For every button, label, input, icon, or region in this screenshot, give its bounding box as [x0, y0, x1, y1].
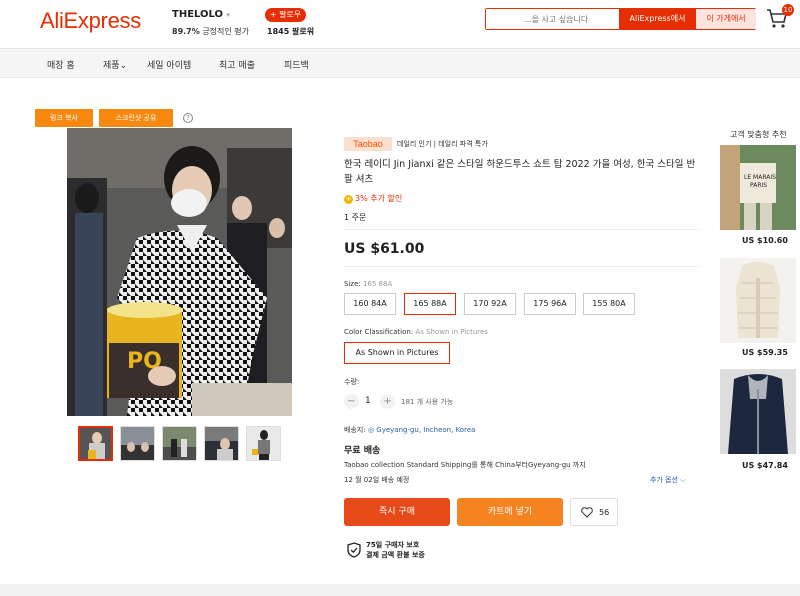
heart-icon [581, 507, 593, 518]
store-nav: 매장 홈 제품⌄ 세일 아이템 최고 매출 피드백 [0, 48, 800, 78]
color-label: Color Classification: As Shown in Pictur… [344, 328, 488, 336]
thumbnail-1[interactable] [78, 426, 113, 461]
discount-text: 3% 추가 할인 [355, 194, 403, 203]
taobao-tagline: 데일리 인기 | 데일리 파격 특가 [397, 140, 488, 148]
color-label-text: Color Classification: [344, 328, 414, 336]
nav-products[interactable]: 제품⌄ [103, 58, 127, 71]
svg-text:PARIS: PARIS [750, 182, 767, 189]
quantity-plus-button[interactable]: + [380, 394, 395, 409]
shipping-title: 무료 배송 [344, 446, 381, 456]
thumbnail-photo-icon [121, 427, 154, 460]
copy-link-button[interactable]: 링크 복사 [35, 109, 93, 127]
divider [344, 229, 699, 230]
taobao-badge[interactable]: Taobao [344, 137, 392, 151]
store-name-text: THELOLO [172, 9, 224, 20]
recommend-photo-icon [720, 258, 796, 343]
help-icon[interactable]: ? [183, 113, 193, 123]
search-input[interactable] [486, 9, 619, 29]
footer-bar [0, 584, 800, 596]
thumbnail-photo-icon [205, 427, 238, 460]
nav-top-selling[interactable]: 최고 매출 [219, 58, 255, 71]
buyer-protection-desc: 결제 금액 환불 보증 [366, 551, 425, 559]
nav-products-label: 제품 [103, 61, 120, 71]
location-pin-icon: ◎ [367, 426, 375, 434]
store-rating-value: 89.7% [172, 27, 200, 36]
cart-count-badge: 10 [782, 4, 794, 16]
discount-icon: + [344, 195, 353, 204]
shipping-date: 12 월 02일 배송 예정 [344, 476, 410, 484]
buy-now-button[interactable]: 즉시 구매 [344, 498, 450, 526]
search-bar: AliExpress에서 이 가게에서 [485, 8, 756, 30]
recommend-item-2-image[interactable] [720, 258, 796, 343]
aliexpress-logo[interactable]: AliExpress [40, 8, 141, 34]
quantity-minus-button[interactable]: − [344, 394, 359, 409]
followers-text: 1845 팔로워 [267, 27, 315, 36]
thumbnail-4[interactable] [204, 426, 239, 461]
store-rating-text: 긍정적인 평가 [202, 27, 250, 36]
recommend-item-3-image[interactable] [720, 369, 796, 454]
recommend-item-1-image[interactable]: LE MARAIS PARIS [720, 145, 796, 230]
store-caret-icon: ▾ [226, 11, 231, 19]
recommend-title: 고객 맞춤형 추천 [730, 130, 787, 139]
extra-discount[interactable]: +3% 추가 할인 [344, 193, 402, 204]
size-option-155-80a[interactable]: 155 80A [583, 293, 635, 315]
size-option-175-96a[interactable]: 175 96A [524, 293, 576, 315]
nav-store-home[interactable]: 매장 홈 [47, 58, 75, 71]
ship-to-label: 배송지: [344, 426, 366, 434]
followers-count: 1845 팔로워 [267, 26, 314, 37]
recommend-photo-icon: LE MARAISPARIS [720, 145, 796, 230]
wishlist-button[interactable]: 56 [570, 498, 618, 526]
wishlist-count: 56 [599, 508, 610, 517]
main-product-image[interactable]: PO [67, 128, 292, 416]
chevron-down-icon: ⌄ [119, 61, 128, 71]
recommend-item-3-price: US $47.84 [742, 461, 788, 470]
recommend-item-1-price: US $10.60 [742, 236, 788, 245]
size-option-160-84a[interactable]: 160 84A [344, 293, 396, 315]
screenshot-share-button[interactable]: 스크린샷 공유 [99, 109, 173, 127]
product-title: 한국 레이디 Jin Jianxi 같은 스타일 하운드투스 쇼트 탑 2022… [344, 159, 696, 185]
add-to-cart-button[interactable]: 카트에 넣기 [457, 498, 563, 526]
nav-sale-items[interactable]: 세일 아이템 [147, 58, 191, 71]
size-selected-value: 165 88A [362, 280, 393, 288]
search-store-button[interactable]: 이 가게에서 [696, 9, 756, 29]
svg-text:LE MARAIS: LE MARAIS [744, 174, 776, 181]
color-selected-value: As Shown in Pictures [415, 328, 488, 336]
thumbnail-2[interactable] [120, 426, 155, 461]
color-option-as-shown[interactable]: As Shown in Pictures [344, 342, 450, 364]
product-price: US $61.00 [344, 241, 425, 257]
quantity-label: 수량: [344, 378, 360, 386]
ship-to: 배송지: ◎ Gyeyang-gu, Incheon, Korea [344, 425, 475, 435]
store-name[interactable]: THELOLO ▾ [172, 9, 230, 20]
nav-feedback[interactable]: 피드백 [284, 58, 309, 71]
recommend-item-2-price: US $59.35 [742, 348, 788, 357]
divider [344, 266, 699, 267]
size-label-text: Size: [344, 280, 361, 288]
size-option-165-88a[interactable]: 165 88A [404, 293, 456, 315]
product-photo-icon: PO [67, 128, 292, 416]
quantity-value[interactable]: 1 [365, 396, 371, 406]
quantity-available: 181 개 사용 가능 [401, 398, 454, 406]
thumbnail-3[interactable] [162, 426, 197, 461]
search-aliexpress-button[interactable]: AliExpress에서 [619, 9, 696, 29]
thumbnail-photo-icon [80, 428, 111, 459]
more-shipping-options[interactable]: 추가 옵션 ⌵ [650, 475, 686, 485]
recommend-photo-icon [720, 369, 796, 454]
order-count: 1 주문 [344, 213, 367, 222]
shipping-description: Taobao collection Standard Shipping를 통해 … [344, 461, 586, 469]
thumbnail-photo-icon [163, 427, 196, 460]
size-label: Size: 165 88A [344, 280, 392, 288]
thumbnail-5[interactable] [246, 426, 281, 461]
thumbnail-photo-icon [247, 427, 280, 460]
size-option-170-92a[interactable]: 170 92A [464, 293, 516, 315]
ship-location-link[interactable]: Gyeyang-gu, Incheon, Korea [376, 426, 475, 434]
buyer-protection-title: 75일 구매자 보호 [366, 541, 420, 549]
shield-icon [347, 542, 361, 558]
store-header: AliExpress THELOLO ▾ 89.7% 긍정적인 평가 + 팔로우… [0, 0, 800, 48]
follow-button[interactable]: + 팔로우 [265, 8, 306, 22]
store-rating: 89.7% 긍정적인 평가 [172, 26, 249, 37]
